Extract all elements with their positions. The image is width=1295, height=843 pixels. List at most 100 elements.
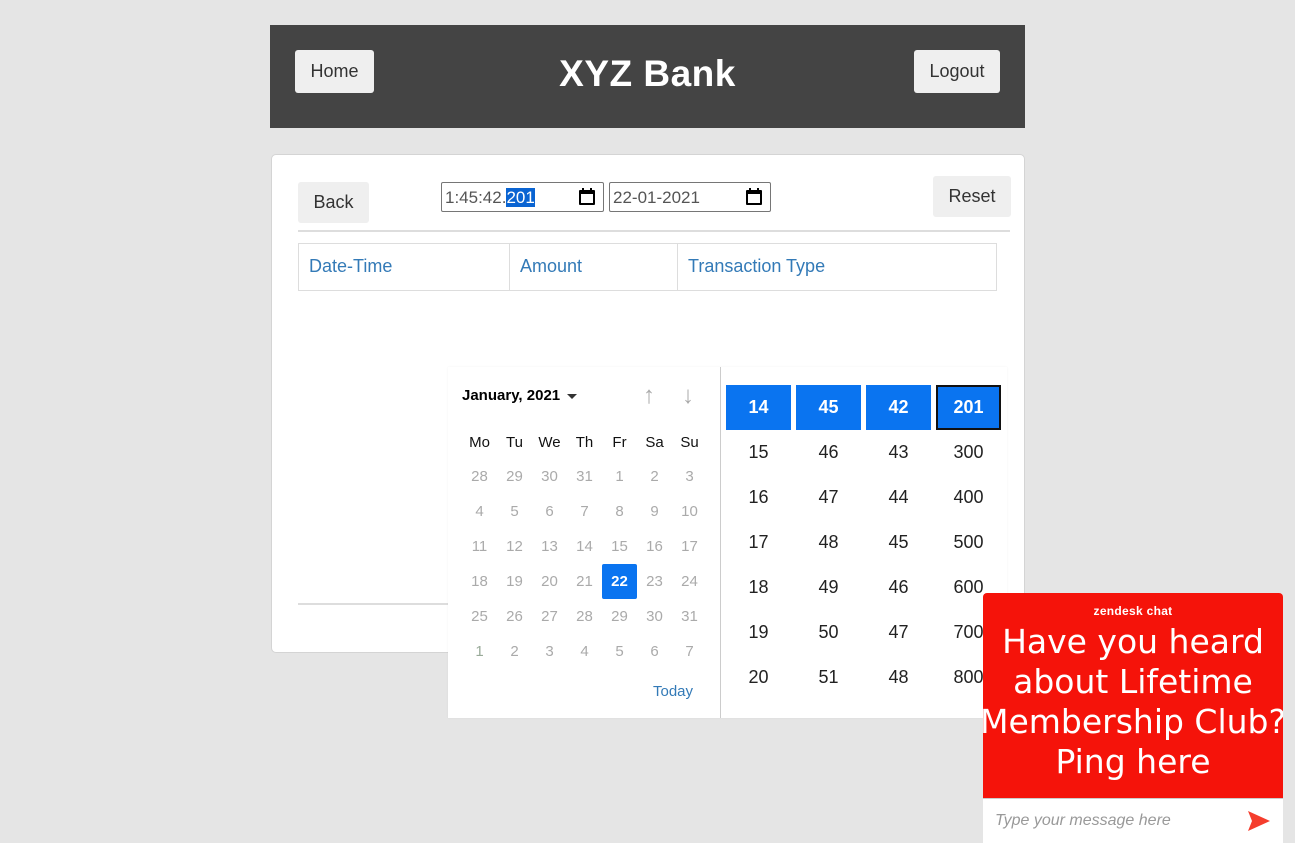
minute-option[interactable]: 46 <box>796 430 861 475</box>
month-label: January, 2021 <box>462 387 561 404</box>
date-input-value: 22-01-2021 <box>613 188 700 207</box>
calendar-day[interactable]: 29 <box>602 599 637 634</box>
hour-option[interactable]: 18 <box>726 565 791 610</box>
hour-option[interactable]: 19 <box>726 610 791 655</box>
calendar-day[interactable]: 28 <box>462 459 497 494</box>
column-header-date-time[interactable]: Date-Time <box>299 244 510 290</box>
arrow-down-icon[interactable]: ↓ <box>676 384 700 408</box>
calendar-day[interactable]: 2 <box>497 634 532 669</box>
second-option[interactable]: 48 <box>866 655 931 700</box>
minute-option[interactable]: 51 <box>796 655 861 700</box>
calendar-day[interactable]: 7 <box>567 494 602 529</box>
minute-column: 45 46 47 48 49 50 51 <box>796 385 861 700</box>
hour-column: 14 15 16 17 18 19 20 <box>726 385 791 700</box>
calendar-day-selected[interactable]: 22 <box>602 564 637 599</box>
second-option[interactable]: 42 <box>866 385 931 430</box>
app-header: Home XYZ Bank Logout <box>270 25 1025 128</box>
calendar-day[interactable]: 21 <box>567 564 602 599</box>
second-option[interactable]: 43 <box>866 430 931 475</box>
hour-option[interactable]: 16 <box>726 475 791 520</box>
calendar-day[interactable]: 28 <box>567 599 602 634</box>
weekday-label: Tu <box>506 434 523 451</box>
calendar-day[interactable]: 6 <box>532 494 567 529</box>
weekday-label: Mo <box>469 434 490 451</box>
calendar-day[interactable]: 12 <box>497 529 532 564</box>
calendar-day[interactable]: 20 <box>532 564 567 599</box>
calendar-day[interactable]: 15 <box>602 529 637 564</box>
calendar-day[interactable]: 16 <box>637 529 672 564</box>
start-datetime-input[interactable]: 1:45:42.201 <box>441 182 604 212</box>
calendar-day[interactable]: 23 <box>637 564 672 599</box>
calendar-day[interactable]: 8 <box>602 494 637 529</box>
calendar-day[interactable]: 5 <box>602 634 637 669</box>
hour-option[interactable]: 15 <box>726 430 791 475</box>
calendar-day[interactable]: 3 <box>672 459 707 494</box>
calendar-day[interactable]: 10 <box>672 494 707 529</box>
calendar-day[interactable]: 2 <box>637 459 672 494</box>
calendar-icon[interactable] <box>579 188 595 205</box>
minute-option[interactable]: 49 <box>796 565 861 610</box>
millisecond-option[interactable]: 300 <box>936 430 1001 475</box>
calendar-day[interactable]: 3 <box>532 634 567 669</box>
transactions-table-header: Date-Time Amount Transaction Type <box>298 243 997 291</box>
minute-option[interactable]: 50 <box>796 610 861 655</box>
calendar-day[interactable]: 29 <box>497 459 532 494</box>
end-date-input[interactable]: 22-01-2021 <box>609 182 771 212</box>
calendar-day[interactable]: 4 <box>462 494 497 529</box>
datetime-picker: January, 2021 ↑ ↓ Mo Tu We Th Fr Sa Su 28 29 30 3… <box>448 367 1007 718</box>
column-header-transaction-type[interactable]: Transaction Type <box>678 244 996 290</box>
logout-button[interactable]: Logout <box>914 50 1000 93</box>
calendar-day[interactable]: 13 <box>532 529 567 564</box>
calendar-day[interactable]: 5 <box>497 494 532 529</box>
minute-option[interactable]: 48 <box>796 520 861 565</box>
time-input-selected-segment: 201 <box>506 188 535 207</box>
calendar-day[interactable]: 26 <box>497 599 532 634</box>
second-option[interactable]: 46 <box>866 565 931 610</box>
hour-option[interactable]: 14 <box>726 385 791 430</box>
calendar-day[interactable]: 31 <box>567 459 602 494</box>
calendar-day[interactable]: 25 <box>462 599 497 634</box>
millisecond-option[interactable]: 201 <box>936 385 1001 430</box>
hour-option[interactable]: 17 <box>726 520 791 565</box>
calendar-day[interactable]: 24 <box>672 564 707 599</box>
calendar-day[interactable]: 9 <box>637 494 672 529</box>
calendar-day[interactable]: 6 <box>637 634 672 669</box>
back-button[interactable]: Back <box>298 182 369 223</box>
month-selector[interactable]: January, 2021 <box>462 387 578 404</box>
millisecond-option[interactable]: 400 <box>936 475 1001 520</box>
second-option[interactable]: 44 <box>866 475 931 520</box>
calendar-day[interactable]: 18 <box>462 564 497 599</box>
hour-option[interactable]: 20 <box>726 655 791 700</box>
bank-title: XYZ Bank <box>559 53 736 94</box>
calendar-day[interactable]: 30 <box>637 599 672 634</box>
millisecond-option[interactable]: 500 <box>936 520 1001 565</box>
calendar-day[interactable]: 11 <box>462 529 497 564</box>
weekday-label: Fr <box>612 434 627 451</box>
calendar-day[interactable]: 17 <box>672 529 707 564</box>
weekday-label: Sa <box>645 434 664 451</box>
zendesk-chat-widget[interactable]: zendesk chat Have you heard about Lifeti… <box>983 593 1283 843</box>
second-column: 42 43 44 45 46 47 48 <box>866 385 931 700</box>
chat-promo-message: Have you heard about Lifetime Membership… <box>983 622 1283 781</box>
calendar-day[interactable]: 7 <box>672 634 707 669</box>
reset-button[interactable]: Reset <box>933 176 1011 217</box>
minute-option[interactable]: 47 <box>796 475 861 520</box>
chat-message-input[interactable]: Type your message here <box>995 812 1171 830</box>
calendar-day[interactable]: 19 <box>497 564 532 599</box>
time-input-prefix: 1:45:42. <box>445 188 507 207</box>
calendar-day[interactable]: 1 <box>602 459 637 494</box>
calendar-day[interactable]: 4 <box>567 634 602 669</box>
calendar-day[interactable]: 31 <box>672 599 707 634</box>
second-option[interactable]: 45 <box>866 520 931 565</box>
column-header-amount[interactable]: Amount <box>510 244 678 290</box>
minute-option[interactable]: 45 <box>796 385 861 430</box>
calendar-icon[interactable] <box>746 188 762 205</box>
calendar-day[interactable]: 14 <box>567 529 602 564</box>
send-icon[interactable] <box>1247 810 1271 832</box>
calendar-day[interactable]: 27 <box>532 599 567 634</box>
second-option[interactable]: 47 <box>866 610 931 655</box>
today-button[interactable]: Today <box>653 683 693 700</box>
arrow-up-icon[interactable]: ↑ <box>637 384 661 408</box>
calendar-day[interactable]: 1 <box>462 634 497 669</box>
calendar-day[interactable]: 30 <box>532 459 567 494</box>
